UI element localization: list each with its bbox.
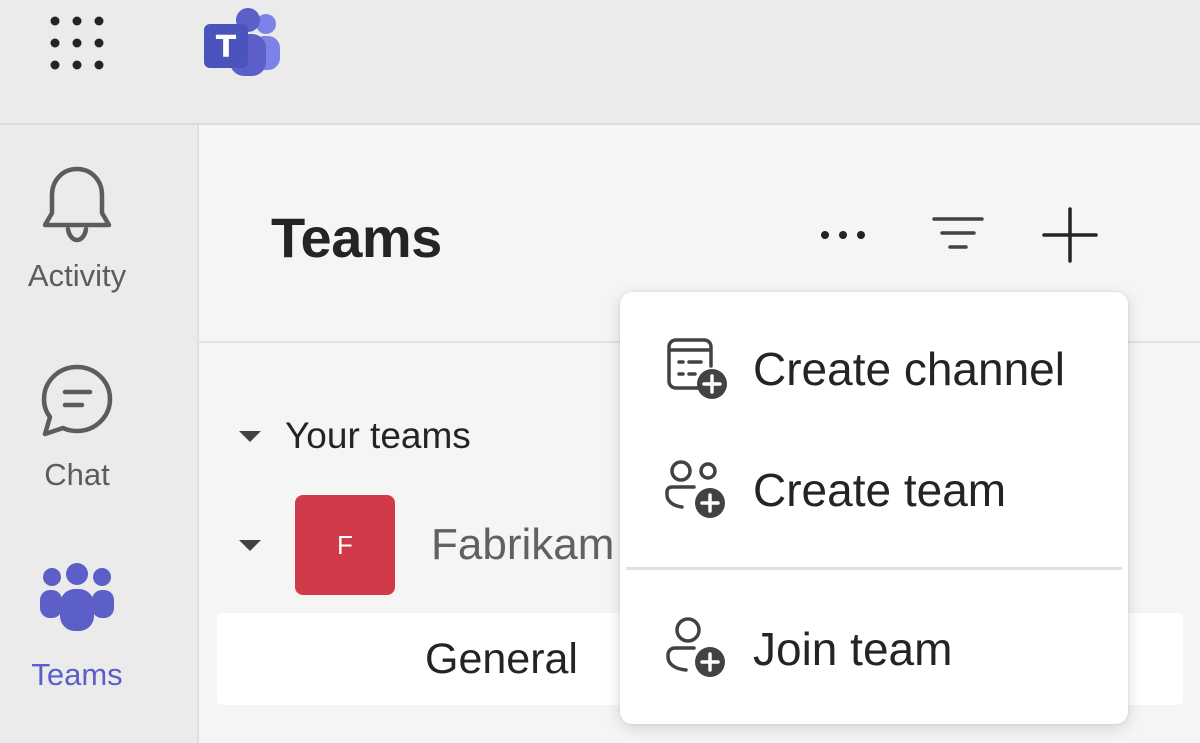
bell-icon (42, 166, 112, 243)
add-icon (1042, 207, 1098, 263)
filter-button[interactable] (926, 203, 990, 267)
app-rail: Activity Chat Teams (0, 125, 197, 743)
rail-label-activity: Activity (27, 258, 127, 293)
team-avatar: F (295, 495, 395, 595)
filter-icon (932, 217, 984, 249)
rail-label-chat: Chat (44, 457, 110, 492)
rail-item-activity[interactable]: Activity (0, 155, 197, 335)
create-channel-icon (667, 338, 727, 399)
rail-item-teams[interactable]: Teams (0, 557, 197, 737)
page-title: Teams (271, 206, 442, 269)
app-launcher-grid-icon[interactable] (44, 10, 110, 76)
menu-label-join-team: Join team (753, 623, 953, 675)
rail-label-teams: Teams (31, 657, 123, 692)
chevron-down-icon (239, 539, 261, 551)
create-team-icon (665, 460, 725, 518)
team-item-fabrikam[interactable]: F Fabrikam (235, 495, 614, 595)
menu-item-create-team[interactable]: Create team (620, 435, 1128, 545)
team-name: Fabrikam (431, 520, 615, 569)
teams-icon (40, 563, 114, 631)
menu-item-create-channel[interactable]: Create channel (620, 314, 1128, 424)
rail-item-chat[interactable]: Chat (0, 357, 197, 537)
channel-label: General (425, 635, 578, 683)
join-team-icon (666, 617, 725, 677)
teams-logo-icon: T (200, 6, 284, 78)
add-menu: Create channel Create team Join team (620, 292, 1128, 724)
your-teams-label: Your teams (285, 415, 471, 456)
chevron-down-icon (239, 430, 261, 442)
top-bar: T (0, 0, 1200, 125)
your-teams-section-header[interactable]: Your teams (235, 411, 471, 461)
teams-logo-letter: T (216, 30, 237, 65)
chat-icon (41, 364, 113, 437)
menu-divider (626, 567, 1122, 570)
menu-label-create-channel: Create channel (753, 343, 1065, 395)
add-button[interactable] (1038, 203, 1102, 267)
menu-label-create-team: Create team (753, 464, 1007, 516)
more-options-icon (821, 231, 865, 239)
more-options-button[interactable] (811, 203, 875, 267)
menu-item-join-team[interactable]: Join team (620, 594, 1128, 704)
